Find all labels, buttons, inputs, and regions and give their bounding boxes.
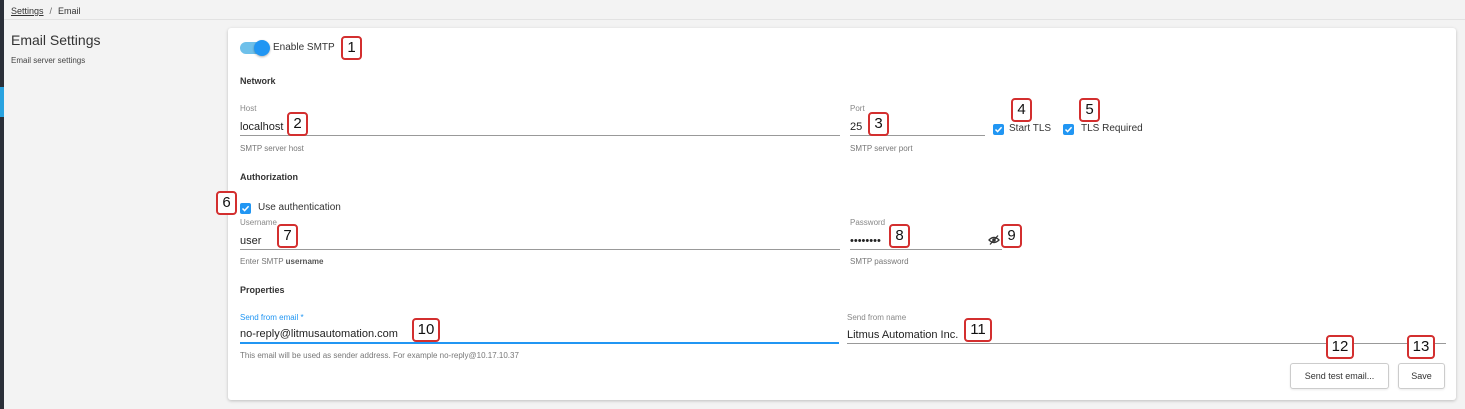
annotation-badge-6: 6 <box>216 191 237 215</box>
page-description: Email server settings <box>11 56 86 65</box>
password-input[interactable] <box>850 232 1002 250</box>
port-label: Port <box>850 104 865 113</box>
username-hint: Enter SMTP username <box>240 257 323 266</box>
check-icon <box>241 205 250 212</box>
annotation-badge-10: 10 <box>412 318 440 342</box>
network-section-title: Network <box>240 76 276 86</box>
start-tls-label: Start TLS <box>1009 123 1052 134</box>
send-from-name-input[interactable] <box>847 326 1446 344</box>
port-hint: SMTP server port <box>850 144 913 153</box>
authorization-section-title: Authorization <box>240 172 298 182</box>
app-left-rail <box>0 0 4 409</box>
annotation-badge-1: 1 <box>341 36 362 60</box>
properties-section-title: Properties <box>240 285 285 295</box>
tls-required-checkbox[interactable] <box>1063 124 1074 135</box>
send-from-email-label: Send from email * <box>240 313 304 322</box>
app-left-rail-active-indicator <box>0 87 4 117</box>
check-icon <box>1064 126 1073 133</box>
annotation-badge-3: 3 <box>868 112 889 136</box>
annotation-badge-11: 11 <box>964 318 992 342</box>
send-from-name-label: Send from name <box>847 313 907 322</box>
check-icon <box>994 126 1003 133</box>
email-settings-card: Enable SMTP 1 Network Host SMTP server h… <box>216 28 1456 400</box>
annotation-badge-7: 7 <box>277 224 298 248</box>
password-hint: SMTP password <box>850 257 909 266</box>
send-from-email-input[interactable] <box>240 326 839 344</box>
enable-smtp-toggle[interactable] <box>240 40 270 56</box>
password-label: Password <box>850 218 886 227</box>
save-button[interactable]: Save <box>1398 363 1445 389</box>
breadcrumb: Settings / Email <box>11 4 81 18</box>
toggle-icon <box>254 40 270 56</box>
username-input[interactable] <box>240 232 840 250</box>
breadcrumb-separator: / <box>49 6 53 16</box>
host-label: Host <box>240 104 257 113</box>
annotation-badge-12: 12 <box>1326 335 1354 359</box>
annotation-badge-5: 5 <box>1079 98 1100 122</box>
annotation-badge-4: 4 <box>1011 98 1032 122</box>
use-authentication-label: Use authentication <box>258 202 341 213</box>
host-input[interactable] <box>240 118 840 136</box>
send-test-email-button[interactable]: Send test email... <box>1290 363 1389 389</box>
annotation-badge-13: 13 <box>1407 335 1435 359</box>
use-authentication-checkbox[interactable] <box>240 203 251 214</box>
breadcrumb-current: Email <box>58 6 81 16</box>
breadcrumb-settings-link[interactable]: Settings <box>11 6 44 16</box>
send-from-email-hint: This email will be used as sender addres… <box>240 351 519 360</box>
annotation-badge-2: 2 <box>287 112 308 136</box>
eye-off-icon[interactable] <box>988 234 1000 246</box>
header-divider <box>4 19 1465 20</box>
enable-smtp-label: Enable SMTP <box>273 42 335 53</box>
start-tls-checkbox[interactable] <box>993 124 1004 135</box>
username-hint-bold: username <box>285 257 324 266</box>
username-label: Username <box>240 218 277 227</box>
host-hint: SMTP server host <box>240 144 304 153</box>
page-title: Email Settings <box>11 32 101 48</box>
username-hint-prefix: Enter SMTP <box>240 257 284 266</box>
tls-required-label: TLS Required <box>1081 123 1143 134</box>
annotation-badge-9: 9 <box>1001 224 1022 248</box>
annotation-badge-8: 8 <box>889 224 910 248</box>
